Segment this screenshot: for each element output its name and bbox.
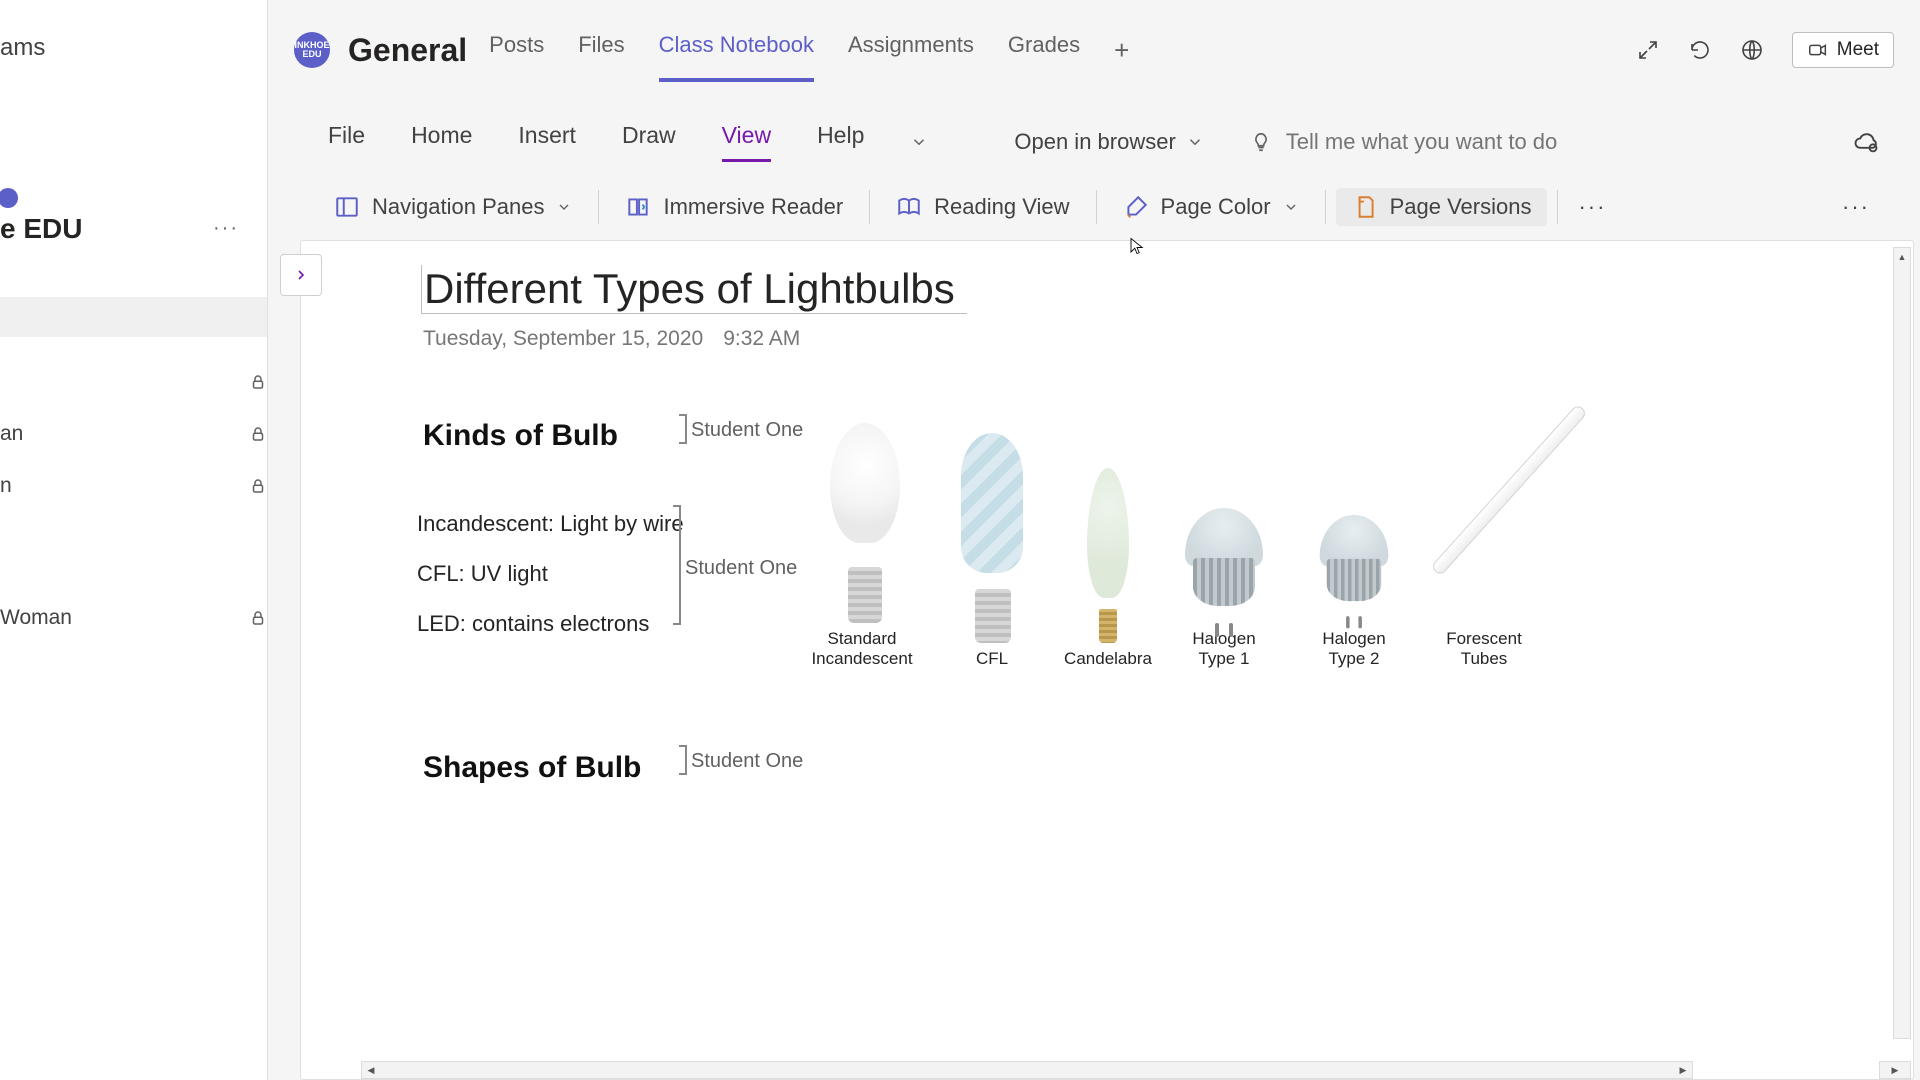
bulb-image-forescent-tubes xyxy=(1439,413,1529,623)
tell-me-input[interactable] xyxy=(1286,129,1586,155)
ribbon-tab-file[interactable]: File xyxy=(328,122,365,162)
ribbon-tab-help[interactable]: Help xyxy=(817,122,864,162)
reading-view-icon xyxy=(896,194,922,220)
section-heading-2[interactable]: Shapes of Bulb xyxy=(423,751,641,785)
lock-icon xyxy=(249,477,267,495)
channel-item-selected[interactable] xyxy=(0,297,267,337)
bulb-image-candelabra xyxy=(1083,468,1133,643)
author-bracket-icon xyxy=(679,745,687,775)
scroll-left-icon[interactable]: ◀ xyxy=(362,1062,380,1078)
toggle-navigation-button[interactable] xyxy=(280,254,322,296)
scroll-up-icon[interactable]: ▲ xyxy=(1894,248,1910,266)
page-color-button[interactable]: Page Color xyxy=(1107,188,1315,226)
ribbon-more-chevron-icon[interactable] xyxy=(910,133,928,151)
channel-item[interactable]: an xyxy=(0,419,267,449)
ribbon-tab-insert[interactable]: Insert xyxy=(518,122,576,162)
channel-item[interactable]: n xyxy=(0,471,267,501)
open-in-browser-button[interactable]: Open in browser xyxy=(1014,129,1203,155)
tab-files[interactable]: Files xyxy=(578,18,624,82)
section-heading-1[interactable]: Kinds of Bulb xyxy=(423,419,618,453)
meet-button[interactable]: Meet xyxy=(1792,32,1894,68)
bulb-image-cfl xyxy=(951,433,1033,643)
tab-grades[interactable]: Grades xyxy=(1008,18,1080,82)
ribbon-tab-draw[interactable]: Draw xyxy=(622,122,676,162)
tab-assignments[interactable]: Assignments xyxy=(848,18,974,82)
author-tag: Student One xyxy=(691,750,803,773)
add-tab-icon[interactable]: + xyxy=(1114,35,1129,66)
author-bracket-icon xyxy=(679,414,687,444)
lock-icon xyxy=(249,425,267,443)
ribbon-tab-home[interactable]: Home xyxy=(411,122,472,162)
chevron-right-icon xyxy=(293,267,309,283)
navigation-panes-button[interactable]: Navigation Panes xyxy=(318,188,588,226)
immersive-reader-icon xyxy=(625,194,651,220)
refresh-icon[interactable] xyxy=(1688,38,1712,62)
channel-item[interactable] xyxy=(0,367,267,397)
ribbon-tab-view[interactable]: View xyxy=(722,122,771,162)
channel-item[interactable]: Woman xyxy=(0,603,267,633)
horizontal-scrollbar[interactable]: ◀ ▶ xyxy=(361,1061,1693,1079)
note-line[interactable]: Incandescent: Light by wire xyxy=(417,511,684,537)
page-date: Tuesday, September 15, 2020 xyxy=(423,327,703,351)
camera-icon xyxy=(1807,39,1829,61)
page-title[interactable]: Different Types of Lightbulbs xyxy=(421,265,967,314)
tab-posts[interactable]: Posts xyxy=(489,18,544,82)
toolbar-more-icon[interactable]: ··· xyxy=(1832,190,1880,224)
teams-sidebar: ams e EDU ··· an n Woman xyxy=(0,0,268,1080)
scroll-right-icon[interactable]: ▶ xyxy=(1674,1062,1692,1078)
vertical-scrollbar[interactable]: ▲ xyxy=(1893,247,1911,1039)
toolbar-overflow-icon[interactable]: ··· xyxy=(1568,190,1616,224)
lock-icon xyxy=(249,373,267,391)
chevron-down-icon xyxy=(1186,133,1204,151)
channel-name: General xyxy=(348,32,467,69)
page-color-icon xyxy=(1123,194,1149,220)
bulb-image-halogen-2 xyxy=(1320,515,1389,616)
channel-avatar: INKHOE EDU xyxy=(294,32,330,68)
team-name: e EDU xyxy=(0,213,82,245)
author-tag: Student One xyxy=(685,557,797,580)
team-more-icon[interactable]: ··· xyxy=(213,217,239,240)
bulb-image-halogen-1 xyxy=(1185,508,1263,623)
expand-icon[interactable] xyxy=(1636,38,1660,62)
chevron-down-icon xyxy=(556,199,572,215)
page-versions-button[interactable]: Page Versions xyxy=(1336,188,1548,226)
sidebar-heading: ams xyxy=(0,0,267,63)
lock-icon xyxy=(249,609,267,627)
author-bracket-icon xyxy=(673,505,681,625)
nav-panes-icon xyxy=(334,194,360,220)
scroll-right-outer-icon[interactable]: ▶ xyxy=(1879,1061,1911,1079)
globe-icon[interactable] xyxy=(1740,38,1764,62)
note-line[interactable]: LED: contains electrons xyxy=(417,611,684,637)
sync-status-icon[interactable] xyxy=(1852,128,1880,161)
tab-class-notebook[interactable]: Class Notebook xyxy=(659,18,814,82)
page-canvas[interactable]: Different Types of Lightbulbs Tuesday, S… xyxy=(300,240,1914,1080)
reading-view-button[interactable]: Reading View xyxy=(880,188,1085,226)
page-time: 9:32 AM xyxy=(723,327,800,351)
page-versions-icon xyxy=(1352,194,1378,220)
chevron-down-icon xyxy=(1283,199,1299,215)
bulb-image-standard-incandescent xyxy=(822,423,902,623)
lightbulb-icon xyxy=(1250,131,1272,153)
author-tag: Student One xyxy=(691,419,803,442)
immersive-reader-button[interactable]: Immersive Reader xyxy=(609,188,859,226)
note-line[interactable]: CFL: UV light xyxy=(417,561,684,587)
